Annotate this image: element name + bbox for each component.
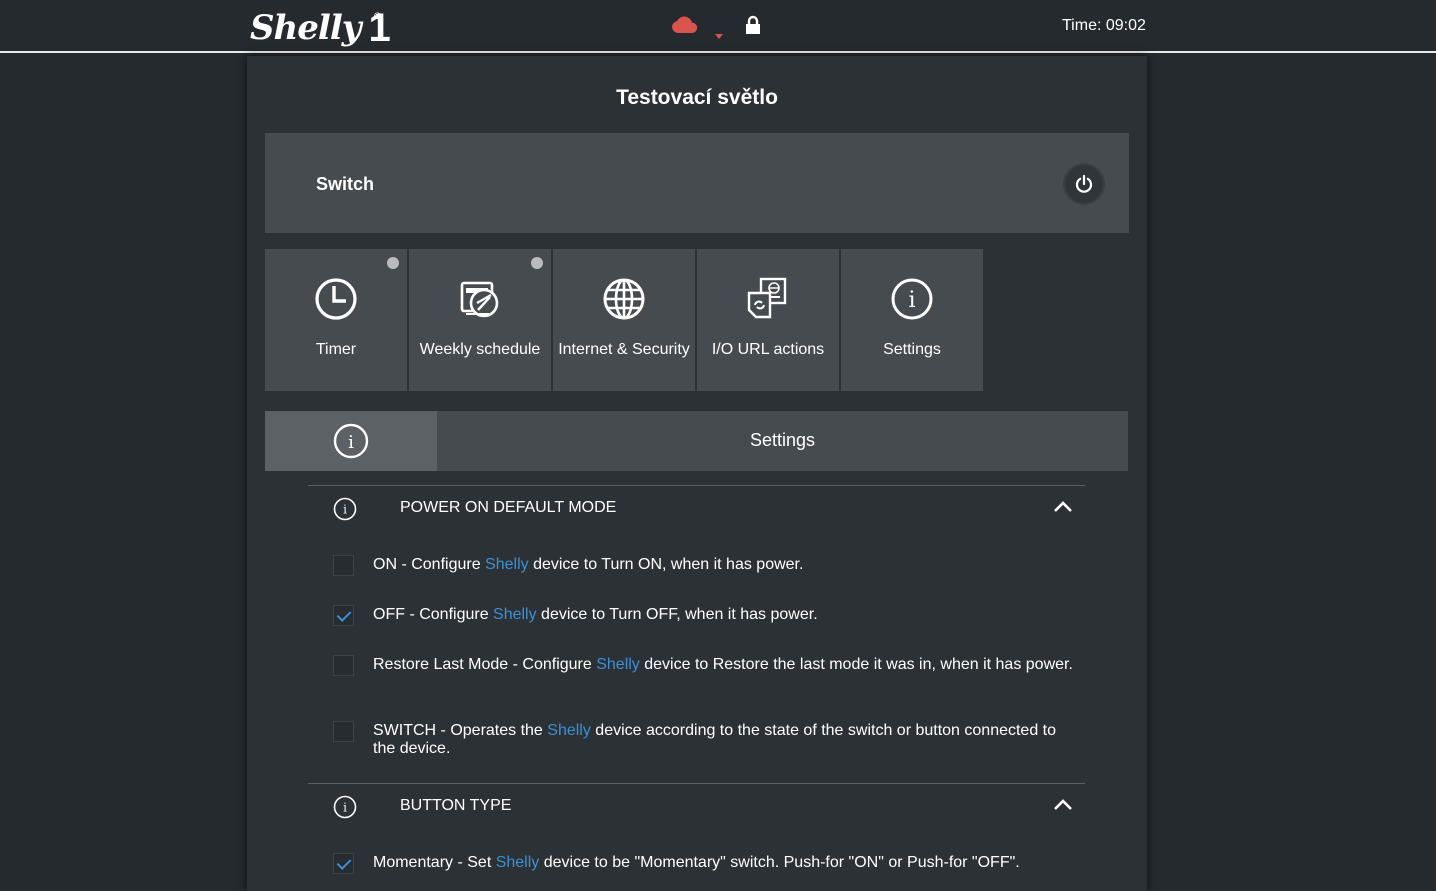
switch-panel: Switch — [265, 133, 1129, 233]
schedule-icon — [460, 281, 499, 318]
settings-tab-bar: i Settings — [265, 411, 1128, 471]
time-display: Time: 09:02 — [1062, 17, 1146, 34]
checkbox[interactable] — [333, 605, 354, 626]
info-icon: i — [333, 795, 357, 819]
svg-text:i: i — [343, 801, 347, 815]
section-power-on-default-mode: i POWER ON DEFAULT MODE ON - Configure S… — [308, 485, 1085, 757]
globe-icon — [603, 278, 645, 320]
cloud-icon[interactable] — [671, 16, 699, 39]
chevron-up-icon[interactable] — [1053, 500, 1073, 514]
tile-settings[interactable]: i Settings — [841, 249, 983, 391]
checkbox[interactable] — [333, 655, 354, 676]
svg-text:i: i — [348, 432, 354, 453]
clock-icon — [315, 278, 357, 320]
option-text: ON - Configure Shelly device to Turn ON,… — [373, 556, 804, 573]
tile-internet-security[interactable]: Internet & Security — [553, 249, 695, 391]
shelly-logo: Shelly ® 1 — [250, 4, 391, 50]
tile-io-url-actions[interactable]: I/O URL actions — [697, 249, 839, 391]
tab-settings-title: Settings — [749, 430, 816, 450]
tile-label: Settings — [883, 341, 941, 358]
tile-label: I/O URL actions — [711, 341, 825, 358]
tile-label: Timer — [315, 341, 357, 358]
section-header[interactable]: i POWER ON DEFAULT MODE — [308, 485, 1085, 531]
checkbox[interactable] — [333, 721, 354, 742]
logo-number: 1 — [368, 6, 391, 50]
section-title: POWER ON DEFAULT MODE — [400, 499, 617, 516]
tile-weekly-schedule[interactable]: Weekly schedule — [409, 249, 551, 391]
svg-text:i: i — [908, 288, 915, 313]
power-button[interactable] — [1063, 163, 1105, 205]
status-dot — [531, 257, 543, 269]
svg-text:i: i — [343, 503, 347, 517]
option-text: Momentary - Set Shelly device to be "Mom… — [373, 854, 1020, 871]
info-icon: i — [333, 423, 369, 459]
checkbox[interactable] — [333, 853, 354, 874]
top-bar: Shelly ® 1 Time: 09:02 — [0, 0, 1436, 53]
section-header[interactable]: i BUTTON TYPE — [308, 783, 1085, 829]
chevron-up-icon[interactable] — [1053, 798, 1073, 812]
info-icon: i — [891, 278, 933, 320]
section-title: BUTTON TYPE — [400, 797, 512, 814]
tab-info[interactable]: i — [265, 411, 437, 471]
switch-label: Switch — [316, 174, 375, 194]
info-icon: i — [333, 497, 357, 521]
lock-icon[interactable] — [745, 15, 761, 40]
checkbox[interactable] — [333, 555, 354, 576]
tile-timer[interactable]: Timer — [265, 249, 407, 391]
logo-text: Shelly — [250, 8, 361, 48]
url-actions-icon — [747, 277, 787, 319]
status-dot — [387, 257, 399, 269]
device-title: Testovací světlo — [616, 86, 778, 109]
tile-label: Weekly schedule — [419, 341, 541, 358]
section-button-type: i BUTTON TYPE Momentary - Set Shelly dev… — [308, 783, 1085, 874]
option-text: OFF - Configure Shelly device to Turn OF… — [373, 606, 818, 623]
caret-down-icon[interactable] — [715, 27, 723, 45]
option-text: SWITCH - Operates the Shelly device acco… — [373, 722, 1057, 757]
device-card: Testovací světlo Switch Timer Weekly sch… — [247, 56, 1147, 891]
tile-label: Internet & Security — [558, 341, 690, 358]
option-text: Restore Last Mode - Configure Shelly dev… — [373, 656, 1073, 673]
power-icon — [1075, 174, 1093, 193]
